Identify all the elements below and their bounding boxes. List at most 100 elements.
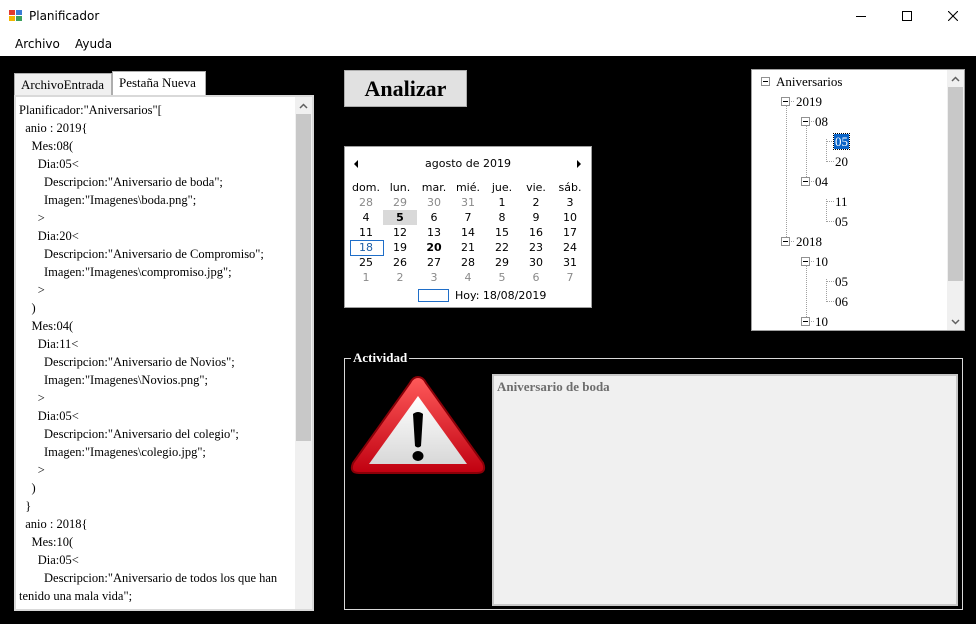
code-editor[interactable]: Planificador:"Aniversarios"[ anio : 2019… <box>14 95 314 611</box>
calendar-day[interactable]: 6 <box>519 270 553 285</box>
calendar-day[interactable]: 26 <box>383 255 417 270</box>
calendar-day[interactable]: 11 <box>349 225 383 240</box>
tab-pestana-nueva[interactable]: Pestaña Nueva <box>112 71 206 95</box>
close-button[interactable] <box>930 0 976 32</box>
calendar-day[interactable]: 23 <box>519 240 553 255</box>
calendar-day[interactable]: 2 <box>383 270 417 285</box>
calendar-day[interactable]: 16 <box>519 225 553 240</box>
calendar-day[interactable]: 27 <box>417 255 451 270</box>
calendar-day[interactable]: 29 <box>485 255 519 270</box>
tree-node-2019-04-11[interactable]: 11 <box>835 193 848 211</box>
calendar-day[interactable]: 21 <box>451 240 485 255</box>
calendar-day[interactable]: 28 <box>451 255 485 270</box>
calendar-day[interactable]: 31 <box>451 195 485 210</box>
tree-node-2018-10-06[interactable]: 06 <box>835 293 848 311</box>
tree-node-2019-08-05[interactable]: 05 <box>833 133 850 151</box>
tree-view[interactable]: Aniversarios 2019 08 05 20 04 11 05 2018… <box>751 69 965 331</box>
collapse-icon[interactable] <box>781 237 790 246</box>
activity-description-box[interactable]: Aniversario de boda <box>492 374 958 606</box>
tree-line <box>806 259 807 321</box>
scroll-up-button[interactable] <box>295 97 312 114</box>
tree-node-2018-10[interactable]: 10 <box>815 253 828 271</box>
tree-node-2018-10b[interactable]: 10 <box>815 313 828 330</box>
calendar-day[interactable]: 8 <box>485 210 519 225</box>
collapse-icon[interactable] <box>801 317 810 326</box>
tree-node-2019-08-20[interactable]: 20 <box>835 153 848 171</box>
tree-node-2018-10-05[interactable]: 05 <box>835 273 848 291</box>
tree-scroll-thumb[interactable] <box>948 87 963 281</box>
tree-line <box>826 141 834 142</box>
calendar-day[interactable]: 3 <box>417 270 451 285</box>
tree-scroll-down-button[interactable] <box>947 313 964 330</box>
calendar-day[interactable]: 5 <box>485 270 519 285</box>
collapse-icon[interactable] <box>761 77 770 86</box>
tree-node-aniversarios[interactable]: Aniversarios <box>776 73 842 91</box>
calendar-day[interactable]: 12 <box>383 225 417 240</box>
calendar-day[interactable]: 17 <box>553 225 587 240</box>
calendar-day[interactable]: 1 <box>485 195 519 210</box>
tree-node-2019-04-05[interactable]: 05 <box>835 213 848 231</box>
tab-archivo-entrada[interactable]: ArchivoEntrada <box>14 73 112 95</box>
calendar-day[interactable]: 24 <box>553 240 587 255</box>
calendar-weekday: lun. <box>389 181 411 194</box>
calendar-day[interactable]: 7 <box>553 270 587 285</box>
calendar-day[interactable]: 6 <box>417 210 451 225</box>
calendar-day[interactable]: 28 <box>349 195 383 210</box>
calendar-today-label: Hoy: 18/08/2019 <box>455 289 547 302</box>
tree-node-2019-08[interactable]: 08 <box>815 113 828 131</box>
calendar-day[interactable]: 2 <box>519 195 553 210</box>
editor-scrollbar[interactable] <box>295 97 312 609</box>
calendar-day[interactable]: 14 <box>451 225 485 240</box>
calendar-week-row: 18 19 20 21 22 23 24 <box>349 240 587 256</box>
next-month-icon[interactable] <box>577 160 581 168</box>
calendar-day[interactable]: 3 <box>553 195 587 210</box>
tree-line <box>826 221 834 222</box>
tree-scrollbar[interactable] <box>947 70 964 330</box>
collapse-icon[interactable] <box>801 117 810 126</box>
calendar-day[interactable]: 7 <box>451 210 485 225</box>
code-editor-text[interactable]: Planificador:"Aniversarios"[ anio : 2019… <box>19 101 299 605</box>
calendar-day[interactable]: 29 <box>383 195 417 210</box>
calendar-day[interactable]: 1 <box>349 270 383 285</box>
calendar-day[interactable]: 20 <box>417 240 451 255</box>
maximize-button[interactable] <box>884 0 930 32</box>
warning-icon <box>350 375 486 474</box>
tree-line <box>806 119 807 181</box>
calendar-weekday: dom. <box>352 181 380 194</box>
tree-node-2019[interactable]: 2019 <box>796 93 822 111</box>
calendar-weekday: mié. <box>455 181 481 194</box>
scroll-thumb[interactable] <box>296 114 311 441</box>
close-icon <box>948 11 958 21</box>
calendar-day[interactable]: 25 <box>349 255 383 270</box>
calendar-day[interactable]: 22 <box>485 240 519 255</box>
calendar-day[interactable]: 4 <box>451 270 485 285</box>
analizar-button[interactable]: Analizar <box>344 70 467 107</box>
collapse-icon[interactable] <box>801 177 810 186</box>
calendar-day[interactable]: 15 <box>485 225 519 240</box>
calendar-day[interactable]: 4 <box>349 210 383 225</box>
menu-ayuda[interactable]: Ayuda <box>75 37 112 51</box>
month-calendar[interactable]: agosto de 2019 dom. lun. mar. mié. jue. vie. s… <box>344 146 592 308</box>
tree-scroll-up-button[interactable] <box>947 70 964 87</box>
calendar-header: agosto de 2019 <box>345 157 591 173</box>
tree-node-2018[interactable]: 2018 <box>796 233 822 251</box>
calendar-week-row: 25 26 27 28 29 30 31 <box>349 255 587 270</box>
tree-node-selected-label[interactable]: 05 <box>833 133 850 150</box>
calendar-day[interactable]: 31 <box>553 255 587 270</box>
calendar-day[interactable]: 5 <box>383 210 417 225</box>
menu-archivo[interactable]: Archivo <box>15 37 60 51</box>
minimize-button[interactable] <box>838 0 884 32</box>
calendar-day[interactable]: 19 <box>383 240 417 255</box>
collapse-icon[interactable] <box>801 257 810 266</box>
calendar-day[interactable]: 10 <box>553 210 587 225</box>
calendar-weekday: mar. <box>421 181 447 194</box>
calendar-day[interactable]: 18 <box>349 240 384 256</box>
calendar-today[interactable]: Hoy: 18/08/2019 <box>418 288 546 303</box>
calendar-day[interactable]: 13 <box>417 225 451 240</box>
calendar-day[interactable]: 9 <box>519 210 553 225</box>
collapse-icon[interactable] <box>781 97 790 106</box>
calendar-week-row: 1234567 <box>349 270 587 285</box>
calendar-day[interactable]: 30 <box>417 195 451 210</box>
calendar-day[interactable]: 30 <box>519 255 553 270</box>
tree-node-2019-04[interactable]: 04 <box>815 173 828 191</box>
